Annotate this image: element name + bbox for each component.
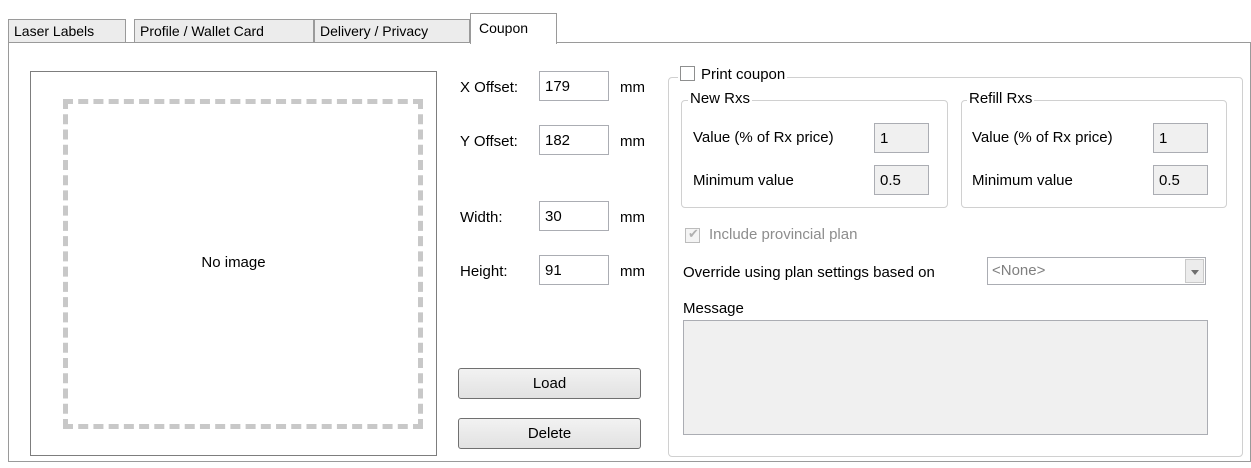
new-rxs-value-input[interactable] — [874, 123, 929, 153]
new-rxs-min-label: Minimum value — [693, 172, 794, 189]
print-coupon-legend: Print coupon — [678, 66, 788, 83]
refill-rxs-legend: Refill Rxs — [967, 90, 1035, 107]
new-rxs-legend: New Rxs — [688, 90, 753, 107]
refill-rxs-value-label: Value (% of Rx price) — [972, 129, 1113, 146]
coupon-image-preview: No image — [30, 71, 437, 456]
tab-laser-labels[interactable]: Laser Labels — [8, 19, 126, 43]
message-label: Message — [683, 300, 744, 317]
y-offset-label: Y Offset: — [460, 133, 518, 150]
override-label: Override using plan settings based on — [683, 264, 935, 281]
refill-rxs-value-input[interactable] — [1153, 123, 1208, 153]
include-provincial-label: Include provincial plan — [709, 226, 858, 243]
print-coupon-checkbox[interactable] — [680, 66, 695, 81]
width-unit: mm — [620, 209, 645, 226]
chevron-down-icon[interactable] — [1185, 259, 1204, 283]
delete-button[interactable]: Delete — [458, 418, 641, 449]
x-offset-label: X Offset: — [460, 79, 519, 96]
height-label: Height: — [460, 263, 508, 280]
include-provincial-checkbox[interactable]: ✔ — [685, 226, 700, 243]
override-plan-value: <None> — [992, 262, 1046, 279]
height-unit: mm — [620, 263, 645, 280]
coupon-panel: No image X Offset: mm Y Offset: mm Width… — [8, 42, 1251, 462]
y-offset-input[interactable] — [539, 125, 609, 155]
refill-rxs-min-input[interactable] — [1153, 165, 1208, 195]
load-button[interactable]: Load — [458, 368, 641, 399]
width-label: Width: — [460, 209, 503, 226]
width-input[interactable] — [539, 201, 609, 231]
checkmark-icon: ✔ — [688, 226, 699, 241]
x-offset-input[interactable] — [539, 71, 609, 101]
print-coupon-label: Print coupon — [701, 66, 786, 83]
height-input[interactable] — [539, 255, 609, 285]
no-image-label: No image — [201, 254, 266, 271]
override-plan-select[interactable]: <None> — [987, 257, 1206, 285]
x-offset-unit: mm — [620, 79, 645, 96]
tab-profile-wallet-card[interactable]: Profile / Wallet Card — [134, 19, 314, 43]
tab-coupon[interactable]: Coupon — [470, 13, 557, 44]
message-textarea[interactable] — [683, 320, 1208, 435]
new-rxs-min-input[interactable] — [874, 165, 929, 195]
tab-delivery-privacy[interactable]: Delivery / Privacy — [314, 19, 470, 43]
refill-rxs-min-label: Minimum value — [972, 172, 1073, 189]
new-rxs-value-label: Value (% of Rx price) — [693, 129, 834, 146]
y-offset-unit: mm — [620, 133, 645, 150]
tab-strip: Laser Labels Profile / Wallet Card Deliv… — [8, 13, 1251, 44]
